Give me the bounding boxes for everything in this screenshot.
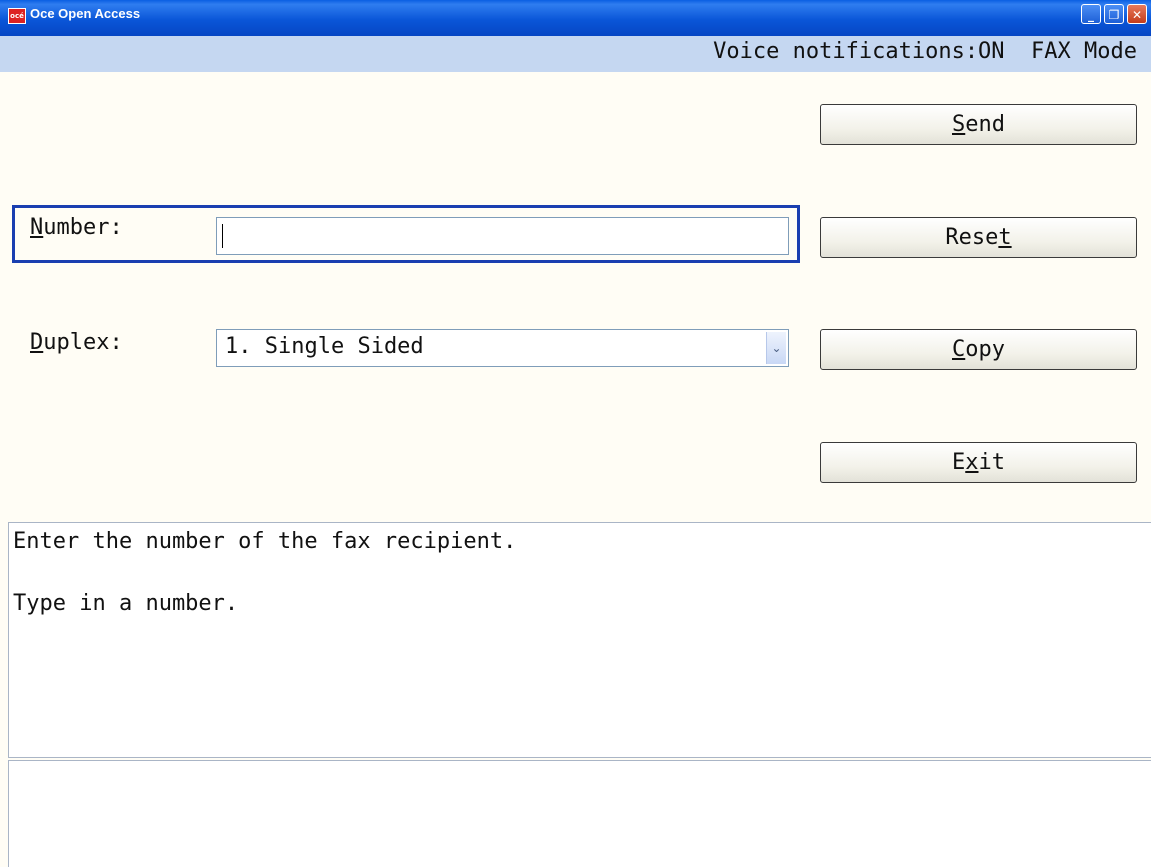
oce-logo-icon: océ [8,8,26,24]
exit-button[interactable]: Exit [820,442,1137,483]
chevron-down-icon[interactable]: ⌄ [766,332,786,364]
number-label: Number: [30,215,123,240]
secondary-message-area [8,760,1151,867]
window-title: Oce Open Access [30,6,141,21]
status-bar: Voice notifications:ON FAX Mode [0,36,1151,72]
reset-button[interactable]: Reset [820,217,1137,258]
message-area: Enter the number of the fax recipient. T… [8,522,1151,758]
message-line-2: Type in a number. [13,591,239,616]
duplex-label: Duplex: [30,330,123,355]
title-bar[interactable]: océ Oce Open Access _ ❐ ✕ [0,0,1151,36]
copy-button-label: Copy [952,337,1005,362]
send-button-label: Send [952,112,1005,137]
duplex-selected-value: 1. Single Sided [225,334,424,359]
duplex-select[interactable]: 1. Single Sided ⌄ [216,329,789,367]
minimize-button[interactable]: _ [1081,4,1101,24]
exit-button-label: Exit [952,450,1005,475]
status-text: Voice notifications:ON FAX Mode [713,39,1137,64]
number-input[interactable] [216,217,789,255]
send-button[interactable]: Send [820,104,1137,145]
copy-button[interactable]: Copy [820,329,1137,370]
restore-button[interactable]: ❐ [1104,4,1124,24]
close-button[interactable]: ✕ [1127,4,1147,24]
reset-button-label: Reset [945,225,1012,250]
text-caret [222,224,223,248]
message-line-1: Enter the number of the fax recipient. [13,529,517,554]
